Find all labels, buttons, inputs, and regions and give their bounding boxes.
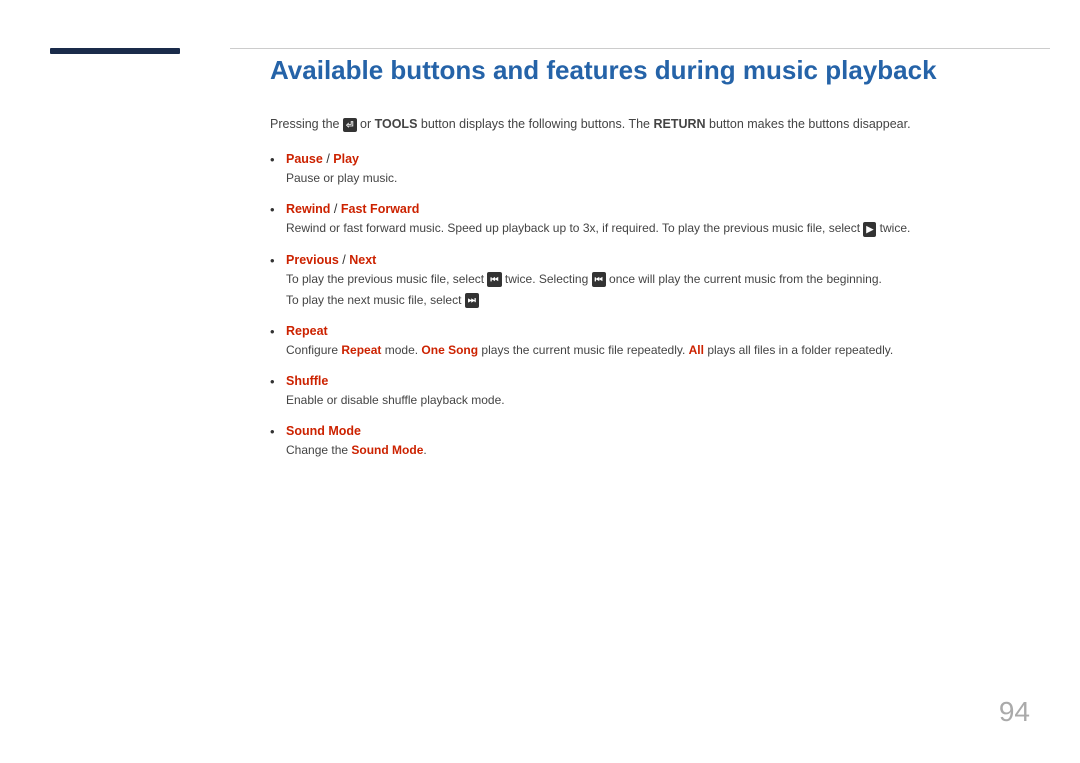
item-desc-sound-mode: Change the Sound Mode. (286, 441, 1030, 460)
item-title-prev-next: Previous / Next (286, 253, 1030, 267)
page-container: Available buttons and features during mu… (0, 0, 1080, 763)
list-item-pause-play: Pause / Play Pause or play music. (270, 152, 1030, 188)
page-title: Available buttons and features during mu… (270, 55, 1030, 86)
forward-icon: ⏭ (465, 293, 479, 308)
tools-label: TOOLS (375, 117, 418, 131)
item-title-shuffle: Shuffle (286, 374, 1030, 388)
return-label: RETURN (653, 117, 705, 131)
item-desc-rewind-ff: Rewind or fast forward music. Speed up p… (286, 219, 1030, 238)
item-desc-repeat: Configure Repeat mode. One Song plays th… (286, 341, 1030, 360)
prev-icon-inline: ▶ (863, 222, 876, 237)
list-item-prev-next: Previous / Next To play the previous mus… (270, 253, 1030, 310)
one-song-highlight: One Song (421, 343, 478, 357)
list-item-sound-mode: Sound Mode Change the Sound Mode. (270, 424, 1030, 460)
item-desc-pause-play: Pause or play music. (286, 169, 1030, 188)
sidebar-bar (50, 48, 180, 54)
item-desc-prev-next-line1: To play the previous music file, select … (286, 270, 1030, 289)
rewind-icon: ⏮ (487, 272, 501, 287)
list-item-repeat: Repeat Configure Repeat mode. One Song p… (270, 324, 1030, 360)
list-item-shuffle: Shuffle Enable or disable shuffle playba… (270, 374, 1030, 410)
all-highlight: All (689, 343, 704, 357)
list-item-rewind-ff: Rewind / Fast Forward Rewind or fast for… (270, 202, 1030, 238)
repeat-highlight: Repeat (341, 343, 381, 357)
item-title-rewind-ff: Rewind / Fast Forward (286, 202, 1030, 216)
return-icon: ⏎ (343, 118, 357, 133)
item-title-sound-mode: Sound Mode (286, 424, 1030, 438)
feature-list: Pause / Play Pause or play music. Rewind… (270, 152, 1030, 460)
item-title-repeat: Repeat (286, 324, 1030, 338)
content-area: Available buttons and features during mu… (230, 0, 1080, 763)
rewind-icon-2: ⏮ (592, 272, 606, 287)
item-title-pause-play: Pause / Play (286, 152, 1030, 166)
sound-mode-highlight: Sound Mode (351, 443, 423, 457)
item-desc-shuffle: Enable or disable shuffle playback mode. (286, 391, 1030, 410)
intro-paragraph: Pressing the ⏎ or TOOLS button displays … (270, 114, 1030, 134)
item-desc-prev-next-line2: To play the next music file, select ⏭ (286, 291, 1030, 310)
page-number: 94 (999, 696, 1030, 728)
sidebar (0, 0, 230, 763)
